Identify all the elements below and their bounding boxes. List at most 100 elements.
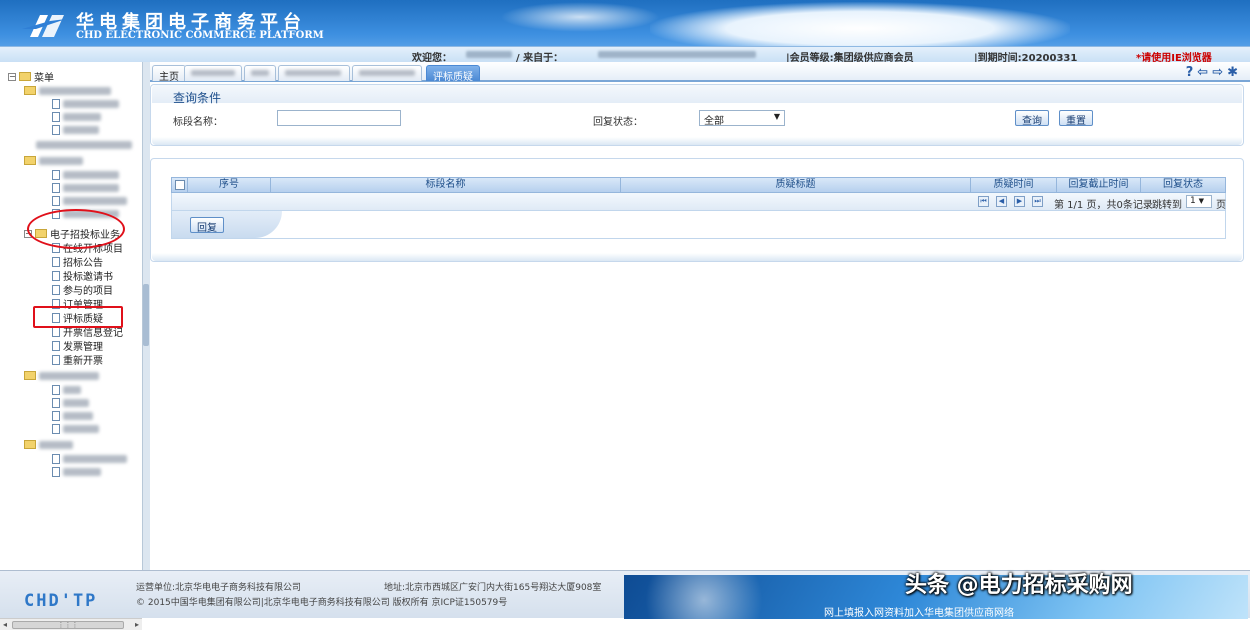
reply-status-select[interactable]: 全部 ▼	[699, 110, 785, 127]
sidebar-item-invoice-manage[interactable]: 发票管理	[52, 339, 103, 353]
header-cloud	[500, 2, 660, 32]
pager-info: 第 1/1 页，共0条记录	[1054, 200, 1153, 211]
page-icon	[52, 410, 60, 421]
annotation-highlight-box	[33, 306, 123, 328]
tree-item-redacted[interactable]	[52, 168, 119, 181]
scroll-left-icon[interactable]: ◂	[3, 620, 7, 629]
section-name-label: 标段名称：	[173, 117, 223, 128]
tab-redacted[interactable]	[278, 65, 350, 81]
page-icon	[52, 423, 60, 434]
main-content: 主页 评标质疑 ?⇦⇨✱ 查询条件 标段名称： 回复状态： 全部 ▼ 查询 重置…	[150, 62, 1250, 570]
sidebar-horizontal-scrollbar[interactable]: ◂ ⋮⋮⋮ ▸	[0, 618, 142, 630]
welcome-label: 欢迎您：	[412, 53, 452, 62]
page-icon	[52, 256, 60, 267]
tree-item-redacted[interactable]	[52, 452, 127, 465]
tab-redacted[interactable]	[184, 65, 242, 81]
tree-group-redacted[interactable]	[24, 154, 83, 167]
tree-item-redacted[interactable]	[52, 97, 119, 110]
column-header[interactable]: 质疑时间	[971, 178, 1057, 192]
page-icon	[52, 354, 60, 365]
tab-bid-challenge[interactable]: 评标质疑	[426, 65, 480, 83]
page-suffix: 页	[1216, 200, 1226, 211]
tree-item-redacted[interactable]	[52, 409, 93, 422]
scroll-right-icon[interactable]: ▸	[135, 620, 139, 629]
query-panel: 查询条件 标段名称： 回复状态： 全部 ▼ 查询 重置	[150, 84, 1244, 146]
back-icon[interactable]: ⇦	[1197, 65, 1212, 80]
grid-action-bar: 回复	[171, 211, 1226, 239]
tree-item-redacted[interactable]	[52, 123, 99, 136]
footer-banner-text: 网上填报入网资料加入华电集团供应商网络	[824, 608, 1014, 619]
footer-copyright: © 2015中国华电集团有限公司|北京华电电子商务科技有限公司 版权所有 京IC…	[136, 598, 508, 608]
chevron-down-icon: ▼	[1198, 197, 1204, 205]
forward-icon[interactable]: ⇨	[1212, 65, 1227, 80]
select-all-checkbox[interactable]	[174, 180, 185, 190]
tree-item-redacted[interactable]	[52, 194, 127, 207]
sidebar-item-my-projects[interactable]: 参与的项目	[52, 283, 113, 297]
folder-icon	[24, 86, 36, 95]
company-name-redacted	[598, 49, 756, 60]
page-icon	[52, 340, 60, 351]
page-icon	[52, 453, 60, 464]
header: 华电集团电子商务平台 CHD ELECTRONIC COMMERCE PLATF…	[0, 0, 1250, 62]
tree-item-redacted[interactable]	[52, 383, 81, 396]
tab-home[interactable]: 主页	[152, 65, 186, 83]
tab-bar: 主页 评标质疑 ?⇦⇨✱	[150, 62, 1250, 83]
column-header[interactable]: 回复截止时间	[1057, 178, 1141, 192]
column-header[interactable]: 序号	[188, 178, 271, 192]
page-icon	[52, 384, 60, 395]
tab-redacted[interactable]	[352, 65, 422, 81]
tree-item-redacted[interactable]	[52, 422, 99, 435]
grid-header: 序号 标段名称 质疑标题 质疑时间 回复截止时间 回复状态	[171, 177, 1226, 193]
tree-item-redacted[interactable]	[52, 465, 101, 478]
logo-title-en: CHD ELECTRONIC COMMERCE PLATFORM	[76, 30, 324, 41]
watermark: 头条 @电力招标采购网	[905, 573, 1133, 598]
last-page-icon[interactable]: ⏭	[1032, 196, 1043, 207]
expire-date: |到期时间:20200331	[974, 53, 1078, 62]
tree-root-label: 菜单	[34, 73, 54, 84]
tree-root[interactable]: − 菜单	[8, 70, 54, 84]
sidebar-splitter[interactable]	[142, 62, 150, 570]
tree-item-redacted[interactable]	[52, 110, 101, 123]
tab-redacted[interactable]	[244, 65, 276, 81]
section-name-input[interactable]	[277, 110, 401, 126]
footer-logo: CHD'TP	[24, 591, 98, 611]
tree-item-redacted[interactable]	[36, 138, 132, 151]
folder-icon	[24, 371, 36, 380]
tree-item-redacted[interactable]	[52, 181, 119, 194]
left-sidebar: − 菜单 − 电子招投标业务 在线开标项目 招标公告 投标邀请书 参与的项目 订…	[0, 62, 142, 630]
scroll-thumb[interactable]: ⋮⋮⋮	[12, 621, 124, 629]
footer-operator: 运营单位:北京华电电子商务科技有限公司	[136, 583, 302, 593]
tree-group-redacted[interactable]	[24, 84, 111, 97]
reply-button[interactable]: 回复	[190, 217, 224, 234]
page-icon	[52, 466, 60, 477]
user-info-bar: 欢迎您： / 来自于： |会员等级:集团级供应商会员 |到期时间:2020033…	[0, 46, 1250, 62]
page-icon	[52, 182, 60, 193]
settings-icon[interactable]: ✱	[1227, 65, 1242, 80]
sidebar-item-reissue[interactable]: 重新开票	[52, 353, 103, 367]
sidebar-item-invitation[interactable]: 投标邀请书	[52, 269, 113, 283]
tree-item-redacted[interactable]	[52, 396, 89, 409]
tree-group-redacted[interactable]	[24, 438, 73, 451]
reply-status-label: 回复状态：	[593, 117, 643, 128]
select-all-checkbox-cell[interactable]	[172, 178, 188, 192]
tree-group-redacted[interactable]	[24, 369, 99, 382]
column-header[interactable]: 标段名称	[271, 178, 621, 192]
column-header[interactable]: 回复状态	[1141, 178, 1225, 192]
collapse-icon[interactable]: −	[8, 72, 16, 81]
sidebar-item-tender-notice[interactable]: 招标公告	[52, 255, 103, 269]
folder-icon	[19, 72, 31, 81]
column-header[interactable]: 质疑标题	[621, 178, 971, 192]
toolbar-icons: ?⇦⇨✱	[1186, 65, 1242, 80]
first-page-icon[interactable]: ⏮	[978, 196, 989, 207]
chevron-down-icon: ▼	[773, 112, 780, 121]
ie-hint: *请使用IE浏览器	[1136, 53, 1212, 62]
reset-button[interactable]: 重置	[1059, 110, 1093, 127]
header-cloud	[650, 2, 1070, 46]
splitter-grip[interactable]	[143, 284, 149, 346]
help-icon[interactable]: ?	[1186, 65, 1198, 80]
search-button[interactable]: 查询	[1015, 110, 1049, 127]
page-select[interactable]: 1 ▼	[1186, 195, 1212, 208]
page-icon	[52, 195, 60, 206]
next-page-icon[interactable]: ▶	[1014, 196, 1025, 207]
prev-page-icon[interactable]: ◀	[996, 196, 1007, 207]
